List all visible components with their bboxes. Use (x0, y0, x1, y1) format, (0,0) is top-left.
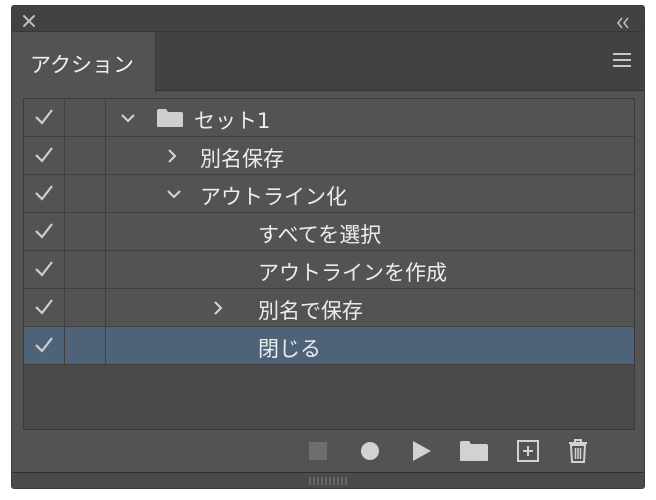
play-icon[interactable] (408, 436, 436, 466)
toggle-item-checkbox[interactable] (24, 213, 65, 250)
actions-toolbar (12, 436, 644, 472)
check-icon (35, 109, 53, 125)
tab-actions-label: アクション (30, 53, 134, 77)
toggle-dialog-cell[interactable] (65, 251, 106, 288)
toggle-dialog-cell[interactable] (65, 327, 106, 364)
action-step-row-selected[interactable]: 閉じる (24, 327, 634, 365)
record-icon[interactable] (356, 436, 384, 466)
toggle-dialog-cell[interactable] (65, 289, 106, 326)
grip-icon (309, 477, 347, 485)
action-label: 別名保存 (200, 147, 284, 171)
stop-icon[interactable] (304, 436, 332, 466)
action-step-row[interactable]: アウトラインを作成 (24, 251, 634, 289)
check-icon (35, 299, 53, 315)
actions-list[interactable]: セット1 別名保存 アウトライン化 すべてを選択 アウトラインを作成 別名で保存… (23, 98, 635, 430)
actions-panel: アクション セット1 別名保存 アウトライン化 すべてを選択 アウトラインを作成… (11, 5, 645, 489)
toggle-item-checkbox[interactable] (24, 327, 65, 364)
action-step-label: 別名で保存 (258, 299, 363, 323)
trash-icon[interactable] (564, 436, 592, 466)
toggle-item-checkbox[interactable] (24, 99, 65, 136)
action-step-row[interactable]: すべてを選択 (24, 213, 634, 251)
action-step-label: アウトラインを作成 (258, 261, 447, 285)
action-step-label: 閉じる (258, 337, 321, 361)
collapse-panel-icon[interactable] (616, 14, 630, 29)
panel-menu-icon[interactable] (612, 52, 632, 68)
tab-actions[interactable]: アクション (12, 32, 156, 92)
toggle-dialog-cell[interactable] (65, 137, 106, 174)
panel-tab-strip: アクション (12, 32, 644, 92)
action-row[interactable]: アウトライン化 (24, 175, 634, 213)
toggle-dialog-cell[interactable] (65, 99, 106, 136)
new-action-icon[interactable] (514, 436, 542, 466)
action-label: アウトライン化 (200, 185, 347, 209)
chevron-right-icon[interactable] (164, 148, 180, 164)
new-set-icon[interactable] (458, 436, 490, 466)
action-step-label: すべてを選択 (258, 223, 382, 247)
check-icon (35, 261, 53, 277)
close-icon[interactable] (22, 13, 36, 27)
action-set-row[interactable]: セット1 (24, 99, 634, 137)
chevron-down-icon[interactable] (120, 110, 136, 126)
toggle-dialog-cell[interactable] (65, 175, 106, 212)
resize-grip[interactable] (12, 472, 644, 488)
check-icon (35, 337, 53, 353)
panel-titlebar[interactable] (12, 6, 644, 32)
toggle-item-checkbox[interactable] (24, 289, 65, 326)
chevron-down-icon[interactable] (166, 186, 182, 202)
action-step-row[interactable]: 別名で保存 (24, 289, 634, 327)
toggle-item-checkbox[interactable] (24, 137, 65, 174)
check-icon (35, 147, 53, 163)
toggle-item-checkbox[interactable] (24, 251, 65, 288)
chevron-right-icon[interactable] (210, 300, 226, 316)
toggle-dialog-cell[interactable] (65, 213, 106, 250)
toggle-item-checkbox[interactable] (24, 175, 65, 212)
action-row[interactable]: 別名保存 (24, 137, 634, 175)
action-set-label: セット1 (194, 109, 271, 133)
folder-icon (157, 109, 183, 127)
check-icon (35, 185, 53, 201)
check-icon (35, 223, 53, 239)
